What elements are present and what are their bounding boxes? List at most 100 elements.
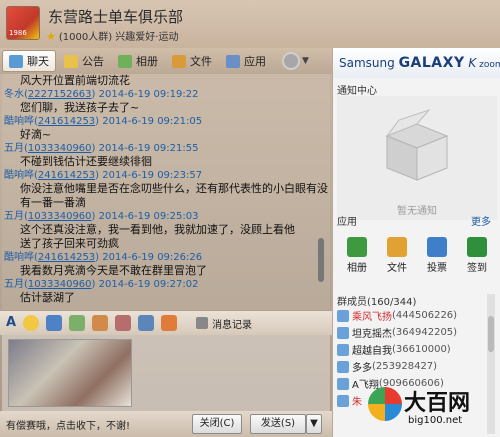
message-header: 酷响哗(241614253) 2014-6-19 09:23:57	[4, 170, 203, 181]
tab-app[interactable]: 应用	[220, 50, 272, 72]
app-sign-in[interactable]: 签到	[457, 233, 497, 279]
notice-center-title: 通知中心	[337, 86, 377, 97]
sign-in-icon	[467, 237, 487, 257]
group-member-info: (1000人群) 兴趣爱好·运动	[58, 32, 179, 43]
member-qq: (253928427)	[372, 361, 438, 372]
message-header: 冬水(2227152663) 2014-6-19 09:19:22	[4, 89, 199, 100]
sender-qq[interactable]: 241614253	[38, 116, 95, 127]
app-file[interactable]: 文件	[377, 233, 417, 279]
message-text: 不碰到钱估计还要继续徘徊	[20, 155, 152, 168]
chat-icon	[9, 54, 23, 68]
ad-text[interactable]: 有偿赛哦，点击收下，不谢!	[6, 417, 130, 432]
watermark: 大百网 big100.net	[368, 383, 498, 435]
tab-chat[interactable]: 聊天	[2, 50, 56, 72]
message-text: 这个还真没注意，我一看到他，我就加速了，没顾上看他	[20, 223, 295, 236]
sender-name[interactable]: 酷响哗	[4, 170, 34, 181]
send-button[interactable]: 发送(S)	[250, 414, 306, 434]
sender-qq[interactable]: 1033340960	[28, 143, 92, 154]
sender-qq[interactable]: 241614253	[38, 170, 95, 181]
sender-qq[interactable]: 1033340960	[28, 279, 92, 290]
sender-qq[interactable]: 1033340960	[28, 211, 92, 222]
avatar-text: 1986	[9, 29, 27, 37]
message-text: 估计瑟湖了	[20, 291, 75, 304]
member-name: 朱	[352, 397, 362, 408]
sender-name[interactable]: 酷响哗	[4, 252, 34, 263]
notice-icon	[64, 54, 78, 68]
close-button[interactable]: 关闭(C)	[192, 414, 242, 434]
sender-name[interactable]: 酷响哗	[4, 116, 34, 127]
chevron-down-icon[interactable]: ▼	[302, 56, 309, 66]
app-album[interactable]: 相册	[337, 233, 377, 279]
gift-icon[interactable]	[161, 315, 178, 331]
member-item[interactable]: 多多 (253928427)	[337, 358, 497, 375]
message-header: 五月(1033340960) 2014-6-19 09:25:03	[4, 211, 199, 222]
message-time: 2014-6-19 09:27:02	[98, 279, 199, 290]
sender-qq[interactable]: 241614253	[38, 252, 95, 263]
more-apps-link[interactable]: 更多	[471, 213, 491, 228]
sender-qq[interactable]: 2227152663	[28, 89, 92, 100]
history-button[interactable]: 消息记录	[196, 316, 252, 331]
bottom-bar: 有偿赛哦，点击收下，不谢! 关闭(C) 发送(S) ▼	[0, 411, 332, 437]
message-time: 2014-6-19 09:21:55	[98, 143, 199, 154]
message-header: 酷响哗(241614253) 2014-6-19 09:26:26	[4, 252, 203, 263]
tab-album-label: 相册	[136, 55, 158, 68]
message-text: 你没注意他嘴里是否在念叨些什么，还有那代表性的小白眼有没	[20, 182, 328, 195]
member-item[interactable]: 超越自我 (36610000)	[337, 341, 497, 358]
tab-album[interactable]: 相册	[112, 50, 164, 72]
screen-share-icon[interactable]	[138, 315, 155, 331]
album-icon	[347, 237, 367, 257]
members-scrollbar-thumb[interactable]	[488, 316, 494, 352]
brand-banner[interactable]: Samsung GALAXY K zoom	[333, 48, 500, 78]
member-name: 乘风飞扬	[352, 312, 392, 323]
app-album-label: 相册	[347, 263, 367, 274]
gear-icon[interactable]	[282, 52, 300, 70]
app-icon	[226, 54, 240, 68]
image-icon[interactable]	[69, 315, 86, 331]
sender-name[interactable]: 五月	[4, 211, 24, 222]
members-title: 群成员(160/344)	[337, 297, 417, 308]
member-item[interactable]: 乘风飞扬 (444506226)	[337, 307, 497, 324]
watermark-url: big100.net	[408, 415, 463, 426]
music-icon[interactable]	[92, 315, 109, 331]
chat-scrollbar-thumb[interactable]	[318, 238, 324, 282]
screenshot-icon[interactable]	[115, 315, 132, 331]
pasted-image-thumbnail[interactable]	[8, 339, 132, 407]
tab-bar: 聊天 公告 相册 文件 应用 ▼	[0, 48, 332, 74]
send-options-button[interactable]: ▼	[306, 414, 322, 434]
app-vote[interactable]: 投票	[417, 233, 457, 279]
font-icon[interactable]: A	[6, 315, 16, 331]
sender-name[interactable]: 五月	[4, 279, 24, 290]
member-qq: (36610000)	[392, 344, 451, 355]
member-name: 坦克摇杰	[352, 329, 392, 340]
message-header: 酷响哗(241614253) 2014-6-19 09:21:05	[4, 116, 203, 127]
brand-suffix: zoom	[479, 60, 500, 70]
brand-prefix: Samsung	[339, 56, 399, 70]
message-time: 2014-6-19 09:25:03	[98, 211, 199, 222]
group-avatar[interactable]: 1986	[6, 6, 40, 40]
app-vote-label: 投票	[427, 263, 447, 274]
message-input[interactable]	[2, 335, 330, 411]
emoji-icon[interactable]	[23, 315, 40, 331]
app-sign-in-label: 签到	[467, 263, 487, 274]
message-time: 2014-6-19 09:19:22	[98, 89, 199, 100]
group-name: 东营路士单车俱乐部	[48, 8, 184, 26]
album-icon	[118, 54, 132, 68]
member-item[interactable]: 坦克摇杰 (364942205)	[337, 324, 497, 341]
chat-history[interactable]: 风大开位置前端切流花 冬水(2227152663) 2014-6-19 09:1…	[2, 74, 330, 310]
group-info: ★ (1000人群) 兴趣爱好·运动	[46, 28, 178, 43]
tab-notice[interactable]: 公告	[58, 50, 110, 72]
chat-scrollbar[interactable]	[316, 78, 326, 308]
window-header: 1986 东营路士单车俱乐部 ★ (1000人群) 兴趣爱好·运动	[0, 0, 500, 48]
message-header: 五月(1033340960) 2014-6-19 09:27:02	[4, 279, 199, 290]
tab-file[interactable]: 文件	[166, 50, 218, 72]
input-toolbar: A 消息记录	[0, 311, 332, 335]
sender-name[interactable]: 五月	[4, 143, 24, 154]
file-icon	[172, 54, 186, 68]
vote-icon	[427, 237, 447, 257]
message-text: 好滴~	[20, 128, 52, 141]
file-icon	[387, 237, 407, 257]
shake-icon[interactable]	[46, 315, 63, 331]
watermark-title: 大百网	[404, 391, 471, 416]
apps-list: 相册 文件 投票 签到	[337, 233, 497, 279]
sender-name[interactable]: 冬水	[4, 89, 24, 100]
